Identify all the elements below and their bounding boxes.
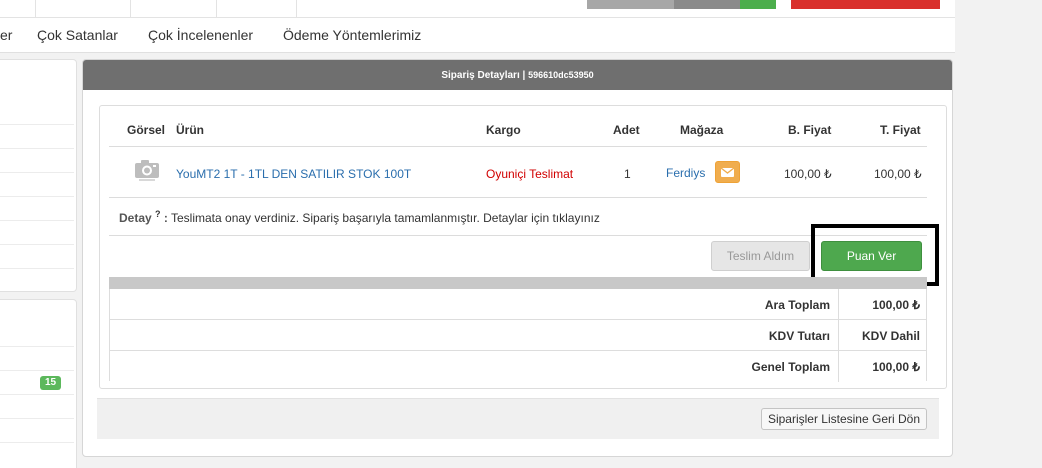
divider <box>109 197 927 198</box>
divider <box>838 289 839 320</box>
nav-item-most-viewed[interactable]: Çok İncelenenler <box>148 27 253 43</box>
col-header-shipping: Kargo <box>486 123 521 137</box>
sidebar-panel-bottom <box>0 299 77 468</box>
panel-title-separator: | <box>522 70 526 81</box>
detail-sup: ? <box>155 209 161 219</box>
top-cell <box>217 0 297 18</box>
store-link[interactable]: Ferdiys <box>666 166 705 180</box>
col-header-image: Görsel <box>127 123 166 137</box>
grand-total-value: 100,00 ₺ <box>872 360 920 374</box>
top-cell <box>0 0 36 18</box>
grand-total-row: Genel Toplam 100,00 ₺ <box>110 351 926 382</box>
subtotal-value: 100,00 ₺ <box>872 298 920 312</box>
divider <box>109 146 927 147</box>
count-badge: 15 <box>40 376 61 390</box>
sidebar-row <box>0 220 74 221</box>
sidebar-row <box>0 442 74 443</box>
detail-colon: : <box>163 211 168 225</box>
sidebar-row <box>0 370 74 371</box>
message-store-button[interactable] <box>715 161 740 183</box>
envelope-icon <box>720 167 735 177</box>
top-button-grey[interactable] <box>587 0 674 9</box>
quantity: 1 <box>624 167 631 181</box>
panel-title: Sipariş Detayları <box>441 70 520 81</box>
sidebar-row <box>0 148 74 149</box>
detail-text: Teslimata onay verdiniz. Sipariş başarıy… <box>171 211 600 225</box>
totals-bar <box>109 277 927 289</box>
sidebar-row <box>0 394 74 395</box>
col-header-store: Mağaza <box>680 123 724 137</box>
main-nav: er Çok Satanlar Çok İncelenenler Ödeme Y… <box>0 18 955 53</box>
order-details-panel: Sipariş Detayları | 596610dc53950 Görsel… <box>82 59 953 457</box>
detail-label: Detay <box>119 211 152 225</box>
sidebar-panel-top <box>0 59 77 292</box>
unit-price: 100,00 ₺ <box>784 167 832 181</box>
grand-total-label: Genel Toplam <box>751 360 830 374</box>
col-header-unit-price: B. Fiyat <box>788 123 832 137</box>
back-to-orders-button[interactable]: Siparişler Listesine Geri Dön <box>760 408 927 430</box>
top-cell <box>36 0 131 18</box>
subtotal-row: Ara Toplam 100,00 ₺ <box>110 289 926 320</box>
sidebar-row <box>0 244 74 245</box>
divider <box>838 320 839 351</box>
col-header-total-price: T. Fiyat <box>880 123 921 137</box>
nav-item-best-sellers[interactable]: Çok Satanlar <box>37 27 118 43</box>
nav-item-payment-methods[interactable]: Ödeme Yöntemlerimiz <box>283 27 421 43</box>
divider <box>838 351 839 382</box>
top-cell <box>131 0 217 18</box>
col-header-product: Ürün <box>176 123 204 137</box>
panel-header: Sipariş Detayları | 596610dc53950 <box>83 60 952 90</box>
sidebar-row <box>0 196 74 197</box>
top-button-red[interactable] <box>791 0 940 9</box>
top-strip <box>0 0 955 18</box>
nav-item-partial[interactable]: er <box>0 27 12 43</box>
order-id: 596610dc53950 <box>528 70 594 80</box>
totals-table: Ara Toplam 100,00 ₺ KDV Tutarı KDV Dahil… <box>109 289 927 382</box>
vat-value: KDV Dahil <box>861 329 920 343</box>
col-header-qty: Adet <box>613 123 640 137</box>
top-button-dark[interactable] <box>674 0 740 9</box>
divider <box>109 235 927 236</box>
subtotal-label: Ara Toplam <box>764 298 830 312</box>
vat-label: KDV Tutarı <box>768 329 830 343</box>
sidebar-row <box>0 346 74 347</box>
vat-row: KDV Tutarı KDV Dahil <box>110 320 926 351</box>
sidebar-row <box>0 124 74 125</box>
sidebar-row <box>0 268 74 269</box>
received-button[interactable]: Teslim Aldım <box>711 241 810 271</box>
shipping-method: Oyuniçi Teslimat <box>486 167 574 181</box>
panel-footer: Siparişler Listesine Geri Dön <box>97 398 939 439</box>
sidebar-row <box>0 172 74 173</box>
camera-icon <box>134 158 160 182</box>
sidebar-row <box>0 418 74 419</box>
total-price: 100,00 ₺ <box>874 167 922 181</box>
detail-line[interactable]: Detay ? : Teslimata onay verdiniz. Sipar… <box>119 209 600 225</box>
product-link[interactable]: YouMT2 1T - 1TL DEN SATILIR STOK 100T <box>176 167 411 181</box>
top-button-green[interactable] <box>740 0 776 9</box>
